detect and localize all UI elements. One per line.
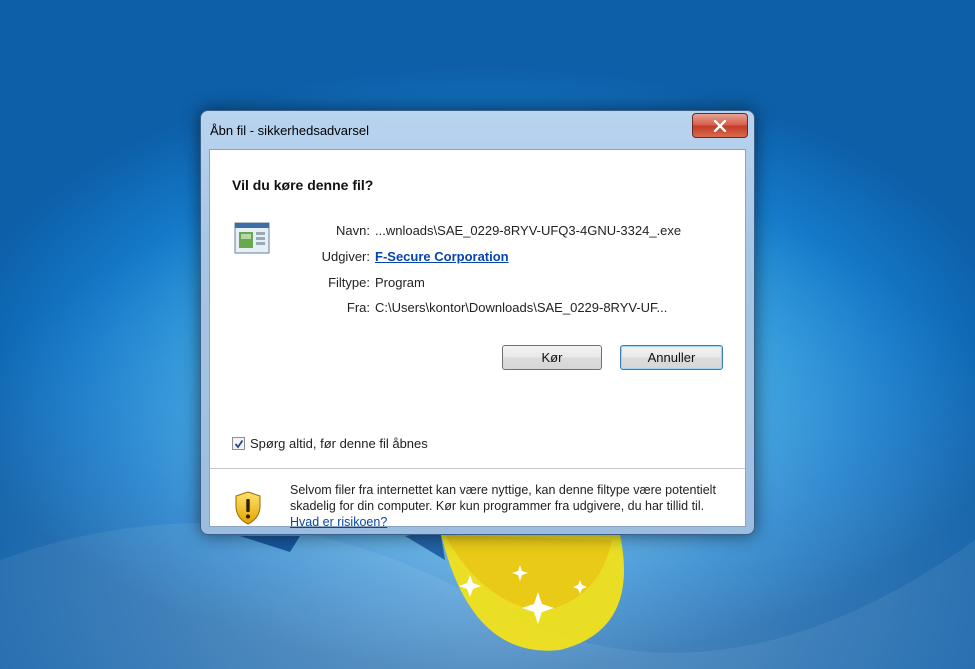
warning-text: Selvom filer fra internettet kan være ny… (290, 482, 730, 530)
from-label: Fra: (346, 300, 370, 315)
cancel-button[interactable]: Annuller (620, 345, 723, 370)
filetype-label: Filtype: (328, 275, 370, 290)
shield-warning-icon (235, 491, 261, 525)
warning-section: Selvom filer fra internettet kan være ny… (210, 469, 745, 529)
program-file-icon (234, 222, 270, 254)
warning-message: Selvom filer fra internettet kan være ny… (290, 483, 716, 513)
name-value: ...wnloads\SAE_0229-8RYV-UFQ3-4GNU-3324_… (375, 223, 682, 238)
close-button[interactable] (692, 113, 748, 138)
dialog-content: Vil du køre denne fil? Navn: ...wnloads\… (209, 149, 746, 529)
title-bar[interactable]: Åbn fil - sikkerhedsadvarsel (201, 111, 754, 149)
close-icon (713, 119, 727, 132)
run-button[interactable]: Kør (502, 345, 602, 370)
security-warning-dialog: Åbn fil - sikkerhedsadvarsel Vil du køre… (200, 110, 755, 535)
always-ask-label: Spørg altid, før denne fil åbnes (250, 436, 428, 451)
publisher-link[interactable]: F-Secure Corporation (375, 249, 509, 264)
checkmark-icon (234, 439, 243, 448)
from-value: C:\Users\kontor\Downloads\SAE_0229-8RYV-… (375, 300, 668, 315)
risk-link[interactable]: Hvad er risikoen? (290, 515, 387, 529)
name-label: Navn: (336, 223, 370, 238)
dialog-title: Åbn fil - sikkerhedsadvarsel (210, 123, 369, 138)
filetype-value: Program (375, 275, 425, 290)
publisher-label: Udgiver: (321, 249, 370, 264)
always-ask-checkbox[interactable] (232, 437, 245, 450)
always-ask-option[interactable]: Spørg altid, før denne fil åbnes (232, 436, 428, 451)
dialog-heading: Vil du køre denne fil? (232, 177, 374, 193)
